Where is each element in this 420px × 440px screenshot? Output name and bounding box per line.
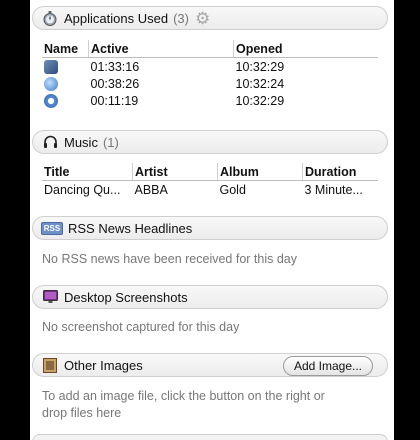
column-header-active[interactable]: Active (88, 40, 234, 58)
monitor-icon (42, 289, 58, 305)
active-time: 00:11:19 (90, 93, 139, 108)
column-header-duration[interactable]: Duration (302, 163, 378, 181)
opened-time: 10:32:24 (235, 76, 285, 91)
gear-icon[interactable]: ⚙ (195, 10, 210, 27)
stopwatch-icon (42, 10, 58, 26)
column-header-album[interactable]: Album (217, 163, 303, 181)
headphones-icon (42, 134, 58, 150)
song-duration: 3 Minute... (304, 182, 363, 197)
add-image-button[interactable]: Add Image... (282, 356, 373, 376)
screenshots-empty-message: No screenshot captured for this day (42, 320, 240, 334)
images-title: Other Images (64, 357, 143, 373)
journal-panel: Applications Used (3) ⚙ Name Active Open… (30, 0, 394, 440)
images-section-header[interactable]: Other Images Add Image... (32, 353, 388, 377)
music-count: (1) (102, 134, 119, 150)
opened-time: 10:32:29 (235, 93, 285, 108)
applications-section-header[interactable]: Applications Used (3) ⚙ (32, 6, 388, 30)
column-header-title[interactable]: Title (42, 163, 133, 181)
column-header-name[interactable]: Name (42, 40, 89, 58)
table-row[interactable]: Dancing Qu... ABBA Gold 3 Minute... (42, 181, 378, 199)
picture-frame-icon (42, 357, 58, 373)
network-app-icon (44, 76, 58, 91)
active-time: 00:38:26 (90, 76, 140, 91)
column-header-artist[interactable]: Artist (132, 163, 218, 181)
itunes-app-icon (44, 93, 58, 108)
column-header-opened[interactable]: Opened (233, 40, 378, 58)
table-row[interactable]: 00:38:26 10:32:24 (42, 75, 378, 92)
opened-time: 10:32:29 (235, 59, 285, 74)
screenshots-title: Desktop Screenshots (64, 289, 188, 305)
next-section-header-edge (32, 434, 388, 440)
screenshots-section-header[interactable]: Desktop Screenshots (32, 285, 388, 309)
rss-section-header[interactable]: RSS RSS News Headlines (32, 216, 388, 240)
images-empty-message: To add an image file, click the button o… (42, 389, 325, 420)
applications-table: Name Active Opened 01:33:16 10:32:29 00:… (42, 40, 378, 109)
rss-empty-message: No RSS news have been received for this … (42, 252, 297, 266)
active-time: 01:33:16 (90, 59, 140, 74)
rss-title: RSS News Headlines (68, 220, 193, 236)
music-section-header[interactable]: Music (1) (32, 130, 388, 154)
song-artist: ABBA (134, 182, 168, 197)
table-row[interactable]: 01:33:16 10:32:29 (42, 58, 378, 76)
applications-title: Applications Used (64, 10, 169, 26)
table-row[interactable]: 00:11:19 10:32:29 (42, 92, 378, 109)
song-album: Gold (219, 182, 246, 197)
applications-count: (3) (173, 10, 189, 26)
music-title: Music (64, 134, 98, 150)
utility-app-icon (44, 59, 58, 74)
rss-icon: RSS (40, 220, 64, 236)
music-table: Title Artist Album Duration Dancing Qu..… (42, 163, 378, 198)
song-title: Dancing Qu... (44, 182, 121, 197)
